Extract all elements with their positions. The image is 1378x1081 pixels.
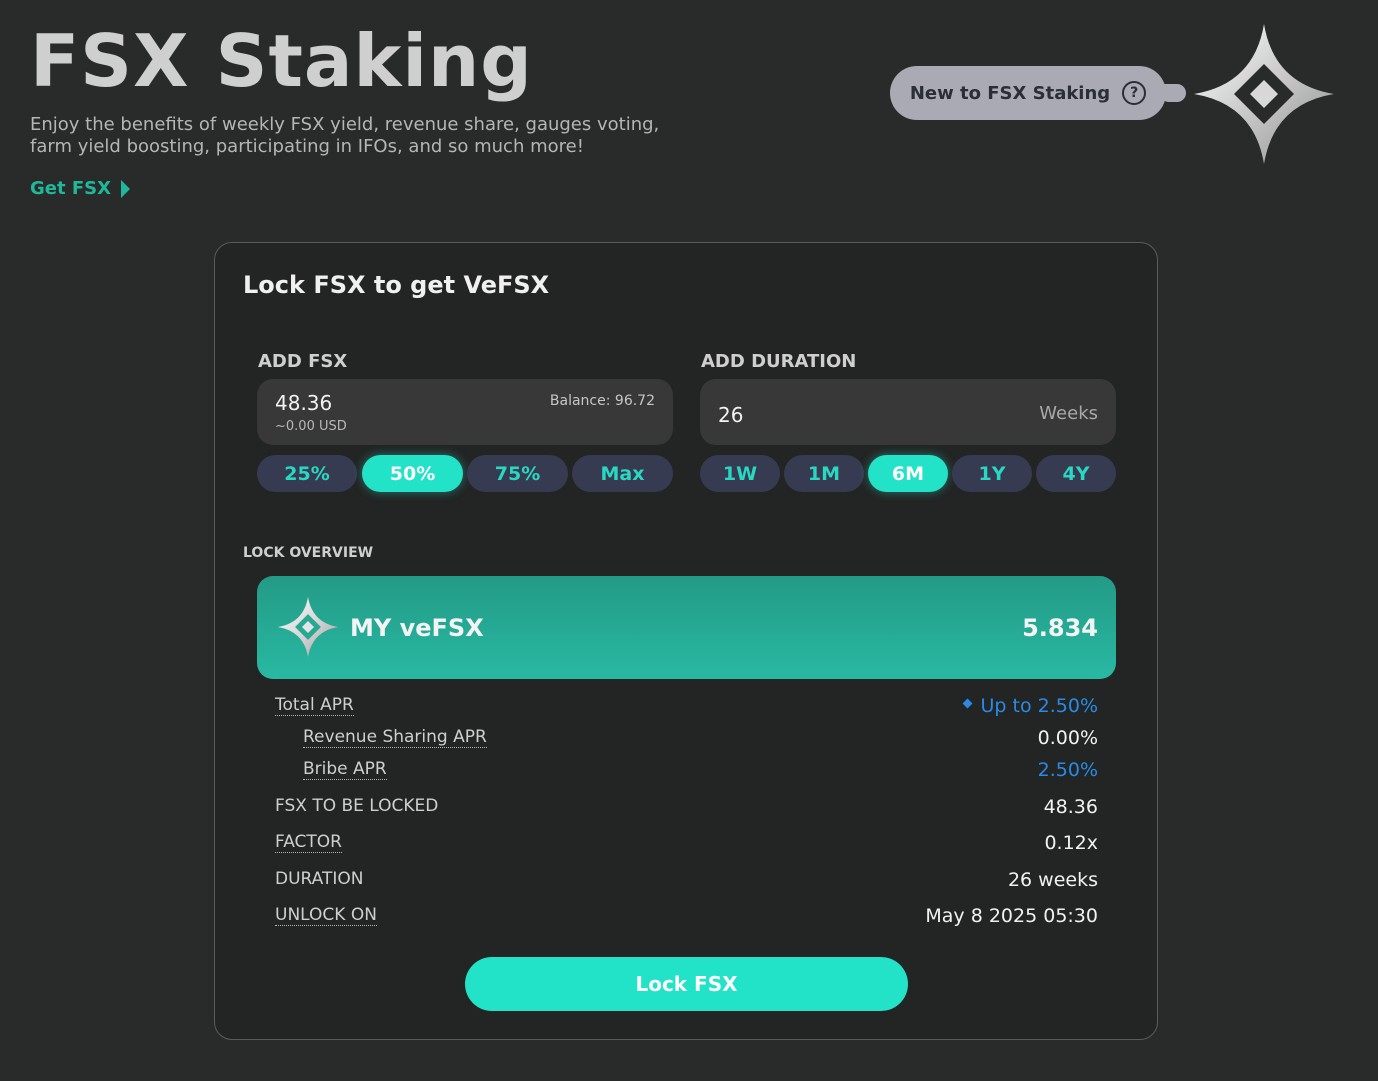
speech-bubble-tail bbox=[1160, 84, 1186, 102]
fsx-amount-input[interactable]: 48.36 ~0.00 USD Balance: 96.72 bbox=[257, 379, 673, 445]
fsx-star-logo-icon bbox=[1194, 24, 1334, 164]
factor-value: 0.12x bbox=[1044, 832, 1098, 854]
duration-4y-button[interactable]: 4Y bbox=[1036, 455, 1116, 492]
duration-summary-value: 26 weeks bbox=[1007, 869, 1098, 891]
duration-6m-button[interactable]: 6M bbox=[868, 455, 948, 492]
to-lock-row: FSX TO BE LOCKED 48.36 bbox=[275, 796, 1098, 820]
duration-unit: Weeks bbox=[1039, 403, 1098, 424]
bribe-apr-row: Bribe APR 2.50% bbox=[275, 759, 1098, 783]
lock-fsx-button[interactable]: Lock FSX bbox=[465, 957, 908, 1011]
fsx-balance: Balance: 96.72 bbox=[549, 393, 655, 409]
fsx-usd-value: ~0.00 USD bbox=[275, 419, 347, 434]
diamond-icon bbox=[962, 698, 972, 709]
chevron-right-icon bbox=[121, 179, 130, 198]
percent-25-button[interactable]: 25% bbox=[257, 455, 357, 492]
get-fsx-label: Get FSX bbox=[30, 178, 111, 199]
to-lock-label: FSX TO BE LOCKED bbox=[275, 796, 439, 816]
duration-1w-button[interactable]: 1W bbox=[700, 455, 780, 492]
to-lock-value: 48.36 bbox=[1043, 796, 1098, 818]
revenue-apr-value: 0.00% bbox=[1037, 727, 1098, 749]
duration-input[interactable]: 26 Weeks bbox=[700, 379, 1116, 445]
duration-label: DURATION bbox=[275, 869, 364, 889]
revenue-apr-row: Revenue Sharing APR 0.00% bbox=[275, 727, 1098, 751]
new-to-staking-button[interactable]: New to FSX Staking ? bbox=[890, 66, 1166, 120]
page-title: FSX Staking bbox=[30, 19, 533, 103]
unlock-row: UNLOCK ON May 8 2025 05:30 bbox=[275, 905, 1098, 929]
fsx-amount-value[interactable]: 48.36 bbox=[275, 391, 332, 415]
question-circle-icon: ? bbox=[1122, 81, 1147, 105]
lock-card: Lock FSX to get VeFSX ADD FSX 48.36 ~0.0… bbox=[214, 242, 1158, 1040]
my-vefsx-label: MY veFSX bbox=[350, 614, 484, 642]
lock-overview-label: LOCK OVERVIEW bbox=[243, 545, 374, 561]
total-apr-row: Total APR Up to 2.50% bbox=[275, 695, 1098, 719]
help-label: New to FSX Staking bbox=[909, 82, 1111, 104]
card-title: Lock FSX to get VeFSX bbox=[243, 271, 550, 299]
page-subtitle: Enjoy the benefits of weekly FSX yield, … bbox=[30, 114, 660, 157]
duration-1y-button[interactable]: 1Y bbox=[952, 455, 1032, 492]
percent-max-button[interactable]: Max bbox=[572, 455, 673, 492]
bribe-apr-label[interactable]: Bribe APR bbox=[303, 759, 387, 780]
total-apr-value: Up to 2.50% bbox=[962, 695, 1098, 717]
get-fsx-link[interactable]: Get FSX bbox=[30, 178, 130, 199]
unlock-label[interactable]: UNLOCK ON bbox=[275, 905, 377, 926]
add-fsx-label: ADD FSX bbox=[258, 351, 348, 372]
my-vefsx-banner: MY veFSX 5.834 bbox=[257, 576, 1116, 679]
percent-50-button[interactable]: 50% bbox=[362, 455, 463, 492]
total-apr-label[interactable]: Total APR bbox=[275, 695, 354, 716]
unlock-value: May 8 2025 05:30 bbox=[925, 905, 1098, 927]
duration-1m-button[interactable]: 1M bbox=[784, 455, 864, 492]
add-duration-label: ADD DURATION bbox=[701, 351, 857, 372]
bribe-apr-value: 2.50% bbox=[1037, 759, 1098, 781]
total-apr-text: Up to 2.50% bbox=[980, 695, 1098, 717]
duration-value[interactable]: 26 bbox=[718, 403, 743, 427]
percent-75-button[interactable]: 75% bbox=[467, 455, 568, 492]
factor-row: FACTOR 0.12x bbox=[275, 832, 1098, 856]
duration-row: DURATION 26 weeks bbox=[275, 869, 1098, 893]
factor-label[interactable]: FACTOR bbox=[275, 832, 342, 853]
revenue-apr-label[interactable]: Revenue Sharing APR bbox=[303, 727, 487, 748]
my-vefsx-value: 5.834 bbox=[1022, 614, 1098, 642]
fsx-star-logo-icon bbox=[277, 596, 339, 658]
